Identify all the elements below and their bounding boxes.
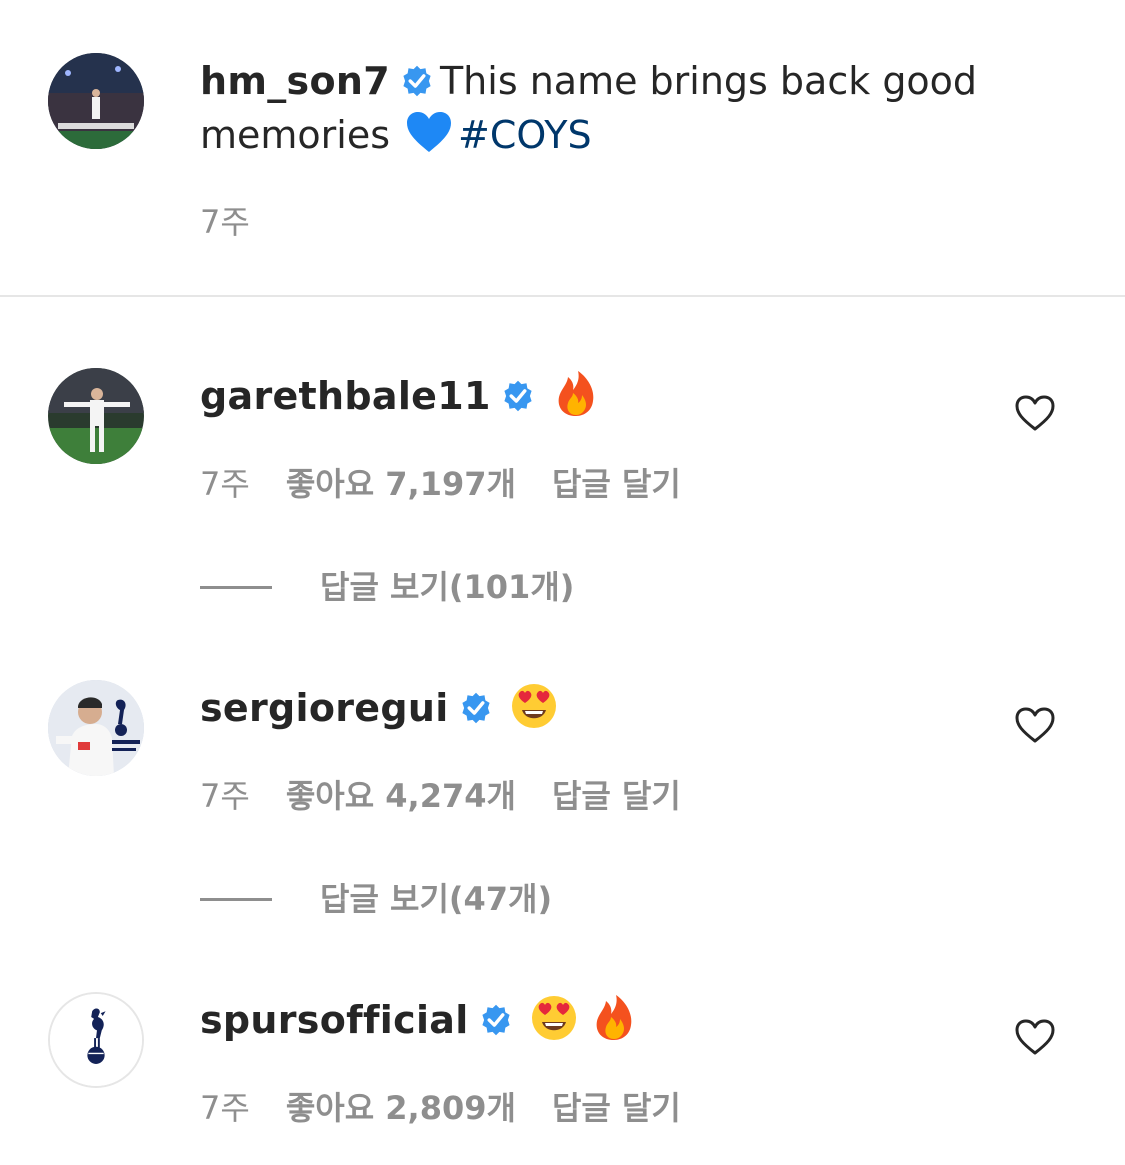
comment-time: 7주 — [200, 777, 250, 815]
post-caption-line-2: memories #COYS — [200, 108, 592, 162]
comment-2: sergioregui — [200, 681, 559, 735]
comment-time: 7주 — [200, 465, 250, 503]
likes-count[interactable]: 좋아요 7,197개 — [286, 465, 516, 503]
player-photo-icon — [48, 368, 144, 464]
verified-badge-icon — [481, 1004, 510, 1036]
view-replies-label: 답글 보기(101개) — [320, 568, 575, 606]
heart-eyes-emoji — [511, 684, 556, 728]
view-replies-button[interactable]: 답글 보기(101개) — [200, 565, 574, 609]
post-meta: 7주 — [200, 200, 286, 244]
comment-3: spursofficial — [200, 993, 639, 1047]
comment-1: garethbale11 — [200, 369, 601, 423]
avatar-sergioregui[interactable] — [48, 680, 144, 776]
post-username[interactable]: hm_son7 — [200, 59, 390, 103]
stadium-photo-icon — [48, 53, 144, 149]
comment-username[interactable]: spursofficial — [200, 998, 469, 1042]
divider-dash — [200, 585, 272, 589]
view-replies-label: 답글 보기(47개) — [320, 880, 553, 918]
fire-emoji — [558, 371, 594, 416]
avatar-spursofficial[interactable] — [48, 992, 144, 1088]
post-caption-text: This name brings back good — [439, 59, 978, 103]
verified-badge-icon — [461, 692, 490, 724]
avatar-garethbale11[interactable] — [48, 368, 144, 464]
verified-badge-icon — [403, 65, 431, 97]
heart-outline-icon[interactable] — [1014, 706, 1056, 744]
fire-emoji — [596, 995, 631, 1040]
comment-1-meta: 7주 좋아요 7,197개 답글 달기 — [200, 462, 717, 506]
view-replies-button[interactable]: 답글 보기(47개) — [200, 877, 552, 921]
likes-count[interactable]: 좋아요 2,809개 — [286, 1089, 516, 1127]
reply-button[interactable]: 답글 달기 — [552, 465, 681, 503]
heart-outline-icon[interactable] — [1014, 394, 1056, 432]
divider — [0, 295, 1125, 297]
comment-time: 7주 — [200, 1089, 250, 1127]
post-caption-line-1: hm_son7 This name brings back good — [200, 54, 977, 108]
heart-outline-icon[interactable] — [1014, 1018, 1056, 1056]
post-time: 7주 — [200, 203, 250, 241]
hashtag-link[interactable]: #COYS — [458, 113, 592, 157]
comment-2-meta: 7주 좋아요 4,274개 답글 달기 — [200, 774, 717, 818]
cockerel-logo-icon — [50, 994, 142, 1086]
blue-heart-emoji — [407, 112, 452, 152]
verified-badge-icon — [504, 380, 532, 412]
reply-button[interactable]: 답글 달기 — [552, 777, 681, 815]
reply-button[interactable]: 답글 달기 — [552, 1089, 681, 1127]
heart-eyes-emoji — [531, 996, 576, 1040]
post-caption-text-2: memories — [200, 113, 391, 157]
comment-username[interactable]: sergioregui — [200, 686, 449, 730]
comment-username[interactable]: garethbale11 — [200, 374, 491, 418]
player-photo-icon — [48, 680, 144, 776]
avatar-hm-son7[interactable] — [48, 53, 144, 149]
comment-3-meta: 7주 좋아요 2,809개 답글 달기 — [200, 1086, 717, 1130]
divider-dash — [200, 897, 272, 901]
likes-count[interactable]: 좋아요 4,274개 — [286, 777, 516, 815]
